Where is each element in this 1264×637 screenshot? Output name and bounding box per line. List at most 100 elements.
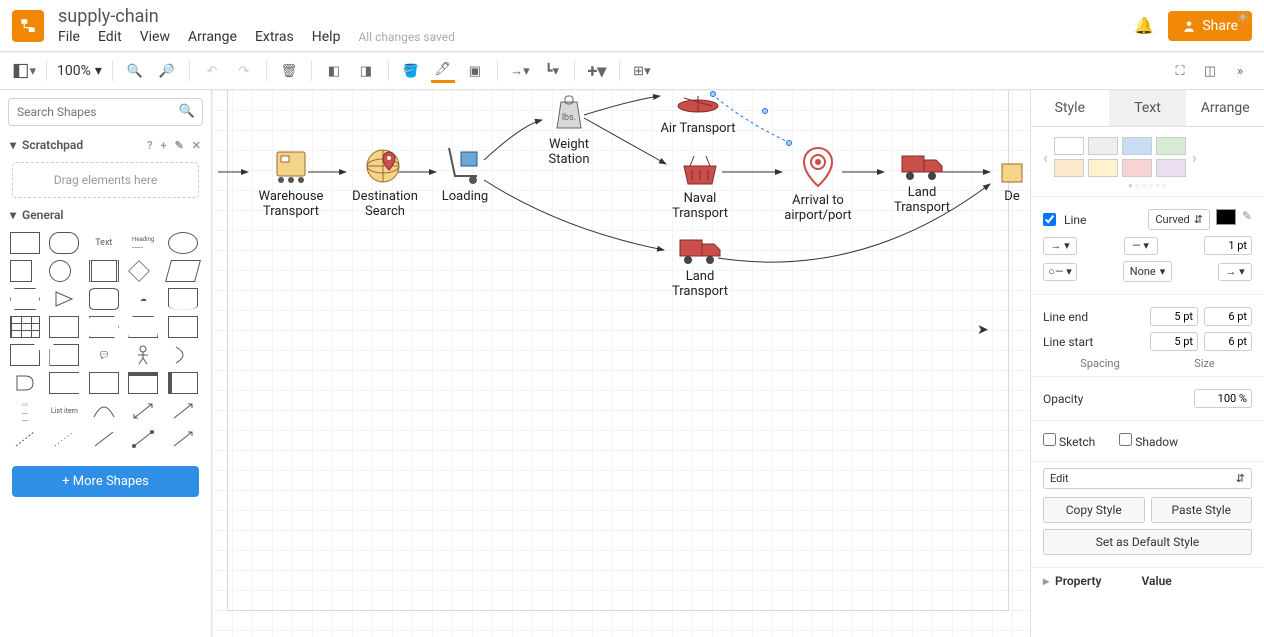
shape-cube[interactable] [49,316,79,338]
shape-line[interactable] [89,428,119,450]
swatch[interactable] [1054,159,1084,177]
swatch-next-icon[interactable]: › [1192,148,1197,167]
line-color-button[interactable]: 🖊 [431,59,455,83]
page-view-button[interactable]: ▾ [12,59,36,83]
node-warehouse[interactable]: Warehouse Transport [248,146,334,220]
document-title[interactable]: supply-chain [58,6,455,27]
line-pattern[interactable]: — ▾ [1124,237,1158,255]
swatch[interactable] [1088,137,1118,155]
scratchpad-close-icon[interactable]: ✕ [192,139,201,152]
swatch[interactable] [1054,137,1084,155]
node-land2[interactable]: Land Transport [882,148,962,216]
shape-and[interactable] [10,372,40,394]
connection-button[interactable]: →▾ [508,59,532,83]
menu-file[interactable]: File [58,29,80,45]
collapse-button[interactable]: » [1228,59,1252,83]
shape-diamond[interactable] [128,260,150,282]
swatch[interactable] [1156,137,1186,155]
swatch[interactable] [1156,159,1186,177]
shape-dir-arrow[interactable] [168,428,198,450]
shape-or[interactable] [168,344,198,366]
waypoints-button[interactable]: ┗▾ [540,59,564,83]
node-weight[interactable]: lbs. Weight Station [534,94,604,168]
pencil-icon[interactable]: ✎ [1242,209,1252,230]
node-loading[interactable]: Loading [434,146,496,205]
edge-waypoint[interactable] [762,108,768,114]
node-air[interactable]: Air Transport [658,90,738,137]
node-destination[interactable]: Destination Search [342,146,428,220]
line-end-arrow[interactable]: → ▾ [1218,263,1252,281]
shape-dashed[interactable] [10,428,40,450]
menu-extras[interactable]: Extras [255,29,294,45]
scratchpad-add-icon[interactable]: + [161,139,167,152]
tab-style[interactable]: Style [1031,90,1109,126]
default-style-button[interactable]: Set as Default Style [1043,529,1252,555]
format-panel-button[interactable]: ◫ [1198,59,1222,83]
swatch[interactable] [1122,137,1152,155]
shadow-checkbox[interactable] [1119,433,1132,446]
node-land1[interactable]: Land Transport [660,232,740,300]
general-header[interactable]: ▾ General [0,204,211,226]
shadow-button[interactable]: ▣ [463,59,487,83]
menu-help[interactable]: Help [312,29,341,45]
menu-arrange[interactable]: Arrange [188,29,237,45]
search-input[interactable] [8,98,203,126]
edit-style-select[interactable]: Edit⇵ [1043,468,1252,489]
start-size-input[interactable] [1204,332,1252,351]
shape-tape[interactable] [168,316,198,338]
opacity-input[interactable] [1194,389,1252,408]
fill-color-button[interactable]: 🪣 [399,59,423,83]
node-delivery[interactable]: De [992,156,1030,205]
shape-process[interactable] [89,260,119,282]
menu-edit[interactable]: Edit [98,29,122,45]
line-start-arrow[interactable]: ○— ▾ [1043,263,1077,281]
shape-internal[interactable] [10,316,40,338]
node-arrival[interactable]: Arrival to airport/port [778,146,858,224]
end-size-input[interactable] [1204,307,1252,326]
scratchpad-edit-icon[interactable]: ✎ [175,139,184,152]
shape-trapezoid[interactable] [128,316,158,338]
to-front-button[interactable]: ◧ [322,59,346,83]
shape-frame-h[interactable] [168,372,198,394]
paste-style-button[interactable]: Paste Style [1151,497,1253,523]
shape-square[interactable] [10,260,32,282]
table-button[interactable]: ⊞▾ [630,59,654,83]
tab-text[interactable]: Text [1109,90,1187,126]
shape-datastore[interactable] [49,372,79,394]
scratchpad-header[interactable]: ▾ Scratchpad ? + ✎ ✕ [0,134,211,156]
shape-ellipse[interactable] [168,232,198,254]
zoom-in-button[interactable]: 🔍 [123,59,147,83]
shape-search[interactable]: 🔍 [8,98,203,126]
shape-dotted[interactable] [49,428,79,450]
swatch[interactable] [1122,159,1152,177]
line-color-chip[interactable] [1216,209,1236,225]
shape-actor[interactable] [128,344,158,366]
shape-triangle[interactable] [49,288,79,310]
shape-rounded[interactable] [49,232,79,254]
menu-view[interactable]: View [140,29,170,45]
line-checkbox[interactable] [1043,213,1056,226]
shape-rectangle[interactable] [10,232,40,254]
insert-button[interactable]: +▾ [585,59,609,83]
property-header[interactable]: ▸ Property Value [1031,567,1264,594]
notifications-icon[interactable]: 🔔 [1134,16,1154,35]
shape-parallelogram[interactable] [165,260,201,282]
shape-container[interactable] [89,372,119,394]
zoom-out-button[interactable]: 🔎 [155,59,179,83]
shape-callout[interactable]: 💬 [89,344,119,366]
shape-frame-v[interactable] [128,372,158,394]
end-spacing-input[interactable] [1150,307,1198,326]
sketch-checkbox[interactable] [1043,433,1056,446]
fullscreen-button[interactable]: ⛶ [1168,59,1192,83]
undo-button[interactable]: ↶ [200,59,224,83]
to-back-button[interactable]: ◨ [354,59,378,83]
scratchpad-help-icon[interactable]: ? [147,139,152,152]
node-naval[interactable]: Naval Transport [660,152,740,222]
copy-style-button[interactable]: Copy Style [1043,497,1145,523]
connection-style[interactable]: → ▾ [1043,237,1077,255]
swatch-prev-icon[interactable]: ‹ [1043,148,1048,167]
shape-step[interactable] [89,316,119,338]
canvas[interactable]: Warehouse Transport Destination Search L… [212,90,1030,637]
shape-cloud[interactable]: ☁ [128,288,158,310]
shape-document[interactable] [168,288,198,310]
